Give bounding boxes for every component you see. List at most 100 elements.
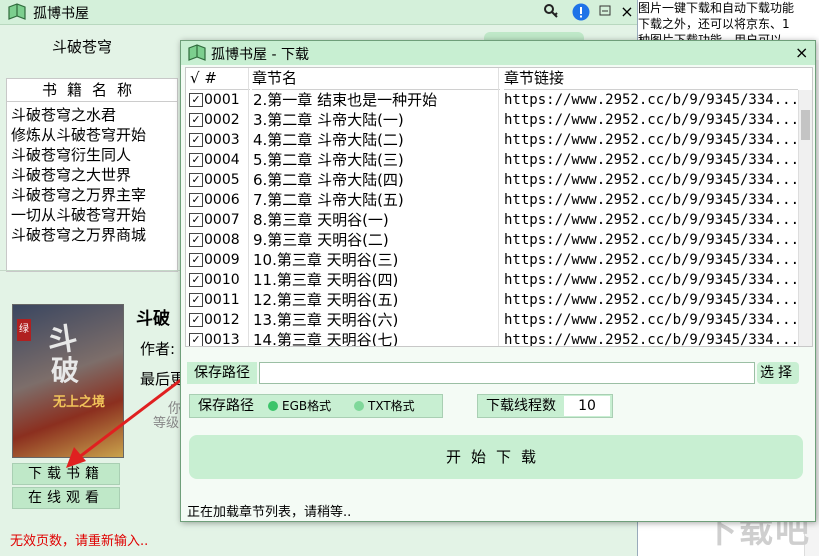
table-row[interactable]: ✓ 0009 10.第三章 天明谷(三) https://www.2952.cc/b/…	[186, 250, 800, 270]
author-label: 作者:	[140, 340, 176, 358]
row-checkbox[interactable]: ✓	[189, 193, 203, 207]
chapter-link: https://www.2952.cc/b/9/9345/334...	[504, 92, 800, 108]
scrollbar-thumb[interactable]	[801, 110, 810, 140]
chapter-link: https://www.2952.cc/b/9/9345/334...	[504, 112, 800, 128]
browse-button[interactable]: 选择	[757, 362, 799, 384]
row-checkbox[interactable]: ✓	[189, 173, 203, 187]
dialog-title: 孤博书屋 - 下载	[211, 47, 309, 63]
book-list-item[interactable]: 一切从斗破苍穹开始	[11, 205, 146, 225]
table-row[interactable]: ✓ 0010 11.第三章 天明谷(四) https://www.2952.cc/b/…	[186, 270, 800, 290]
book-icon	[188, 44, 206, 61]
book-icon	[8, 3, 26, 20]
book-list-item[interactable]: 斗破苍穹衍生同人	[11, 145, 131, 165]
chapter-link: https://www.2952.cc/b/9/9345/334...	[504, 332, 800, 347]
table-row[interactable]: ✓ 0013 14.第三章 天明谷(七) https://www.2952.cc/b/…	[186, 330, 800, 347]
row-number: 0011	[204, 292, 240, 308]
book-list-item[interactable]: 修炼从斗破苍穹开始	[11, 125, 146, 145]
main-titlebar: 孤博书屋 ×	[0, 0, 637, 25]
table-row[interactable]: ✓ 0012 13.第三章 天明谷(六) https://www.2952.cc/b/…	[186, 310, 800, 330]
chapter-name: 6.第二章 斗帝大陆(四)	[253, 171, 404, 189]
chapter-name: 11.第三章 天明谷(四)	[253, 271, 399, 289]
chapter-link: https://www.2952.cc/b/9/9345/334...	[504, 292, 800, 308]
chapter-link: https://www.2952.cc/b/9/9345/334...	[504, 152, 800, 168]
chapter-link: https://www.2952.cc/b/9/9345/334...	[504, 252, 800, 268]
minimize-icon[interactable]	[596, 3, 614, 21]
chapter-name: 14.第三章 天明谷(七)	[253, 331, 399, 347]
chapter-link: https://www.2952.cc/b/9/9345/334...	[504, 212, 800, 228]
column-header-check[interactable]: √ #	[190, 68, 250, 90]
chapter-name: 5.第二章 斗帝大陆(三)	[253, 151, 404, 169]
book-list-item[interactable]: 斗破苍穹之万界主宰	[11, 185, 146, 205]
row-checkbox[interactable]: ✓	[189, 133, 203, 147]
row-checkbox[interactable]: ✓	[189, 113, 203, 127]
chapter-name: 12.第三章 天明谷(五)	[253, 291, 399, 309]
start-download-button[interactable]: 开始下载	[189, 435, 803, 479]
egb-option-label[interactable]: EGB格式	[282, 395, 331, 417]
chapter-link: https://www.2952.cc/b/9/9345/334...	[504, 172, 800, 188]
main-title: 孤博书屋	[33, 6, 89, 22]
txt-option-label[interactable]: TXT格式	[368, 395, 415, 417]
row-number: 0012	[204, 312, 240, 328]
chapter-name: 8.第三章 天明谷(一)	[253, 211, 389, 229]
table-scrollbar[interactable]	[798, 90, 812, 346]
row-number: 0008	[204, 232, 240, 248]
row-checkbox[interactable]: ✓	[189, 233, 203, 247]
table-row[interactable]: ✓ 0011 12.第三章 天明谷(五) https://www.2952.cc/b/…	[186, 290, 800, 310]
book-list-item[interactable]: 斗破苍穹之万界商城	[11, 225, 146, 245]
dialog-titlebar: 孤博书屋 - 下载 ×	[181, 41, 815, 65]
chapter-name: 13.第三章 天明谷(六)	[253, 311, 399, 329]
chapter-name: 4.第二章 斗帝大陆(二)	[253, 131, 404, 149]
chapter-link: https://www.2952.cc/b/9/9345/334...	[504, 132, 800, 148]
info-icon[interactable]	[572, 3, 590, 21]
chapter-link: https://www.2952.cc/b/9/9345/334...	[504, 312, 800, 328]
row-number: 0002	[204, 112, 240, 128]
table-row[interactable]: ✓ 0005 6.第二章 斗帝大陆(四) https://www.2952.cc/b/…	[186, 170, 800, 190]
close-icon[interactable]: ×	[618, 3, 636, 21]
thread-count-input[interactable]: 10	[564, 396, 610, 416]
chapter-name: 2.第一章 结束也是一种开始	[253, 91, 438, 109]
row-checkbox[interactable]: ✓	[189, 273, 203, 287]
row-checkbox[interactable]: ✓	[189, 153, 203, 167]
row-checkbox[interactable]: ✓	[189, 293, 203, 307]
row-number: 0001	[204, 92, 240, 108]
row-number: 0005	[204, 172, 240, 188]
book-list-header: 书籍名称	[7, 79, 177, 102]
chapter-link: https://www.2952.cc/b/9/9345/334...	[504, 192, 800, 208]
row-checkbox[interactable]: ✓	[189, 93, 203, 107]
column-header-chapter[interactable]: 章节名	[252, 68, 500, 90]
row-checkbox[interactable]: ✓	[189, 313, 203, 327]
save-path-input[interactable]	[259, 362, 755, 384]
book-title: 斗破	[136, 309, 170, 329]
key-icon[interactable]	[542, 3, 560, 21]
row-number: 0006	[204, 192, 240, 208]
chapter-name: 3.第二章 斗帝大陆(一)	[253, 111, 404, 129]
book-list-item[interactable]: 斗破苍穹之水君	[11, 105, 116, 125]
save-path-label: 保存路径	[187, 362, 257, 384]
thread-count-label: 下载线程数	[486, 398, 556, 414]
chapter-link: https://www.2952.cc/b/9/9345/334...	[504, 272, 800, 288]
table-row[interactable]: ✓ 0002 3.第二章 斗帝大陆(一) https://www.2952.cc/b/…	[186, 110, 800, 130]
row-checkbox[interactable]: ✓	[189, 333, 203, 346]
chapter-table[interactable]: √ # 章节名 章节链接 ✓ 0001 2.第一章 结束也是一种开始 https://…	[185, 67, 813, 347]
chapter-name: 9.第三章 天明谷(二)	[253, 231, 389, 249]
read-online-button[interactable]: 在线观看	[12, 487, 120, 509]
row-number: 0007	[204, 212, 240, 228]
table-row[interactable]: ✓ 0008 9.第三章 天明谷(二) https://www.2952.cc/b/9…	[186, 230, 799, 250]
close-icon[interactable]: ×	[795, 43, 808, 62]
row-number: 0013	[204, 332, 240, 347]
background-text-line: 图片一键下载和自动下载功能	[638, 1, 795, 15]
row-checkbox[interactable]: ✓	[189, 253, 203, 267]
red-arrow-annotation	[66, 371, 191, 468]
row-number: 0003	[204, 132, 240, 148]
row-checkbox[interactable]: ✓	[189, 213, 203, 227]
column-header-link[interactable]: 章节链接	[504, 68, 798, 90]
table-row[interactable]: ✓ 0006 7.第二章 斗帝大陆(五) https://www.2952.cc/b/…	[186, 190, 800, 210]
txt-radio[interactable]	[354, 401, 364, 411]
egb-radio[interactable]	[268, 401, 278, 411]
table-row[interactable]: ✓ 0003 4.第二章 斗帝大陆(二) https://www.2952.cc/b/…	[186, 130, 800, 150]
book-list-item[interactable]: 斗破苍穹之大世界	[11, 165, 131, 185]
table-row[interactable]: ✓ 0004 5.第二章 斗帝大陆(三) https://www.2952.cc/b/…	[186, 150, 800, 170]
book-list[interactable]: 书籍名称 斗破苍穹之水君 修炼从斗破苍穹开始 斗破苍穹衍生同人 斗破苍穹之大世界…	[6, 78, 178, 272]
table-row[interactable]: ✓ 0001 2.第一章 结束也是一种开始 https://www.2952.cc/b…	[186, 90, 800, 110]
table-row[interactable]: ✓ 0007 8.第三章 天明谷(一) https://www.2952.cc/b/9…	[186, 210, 800, 230]
